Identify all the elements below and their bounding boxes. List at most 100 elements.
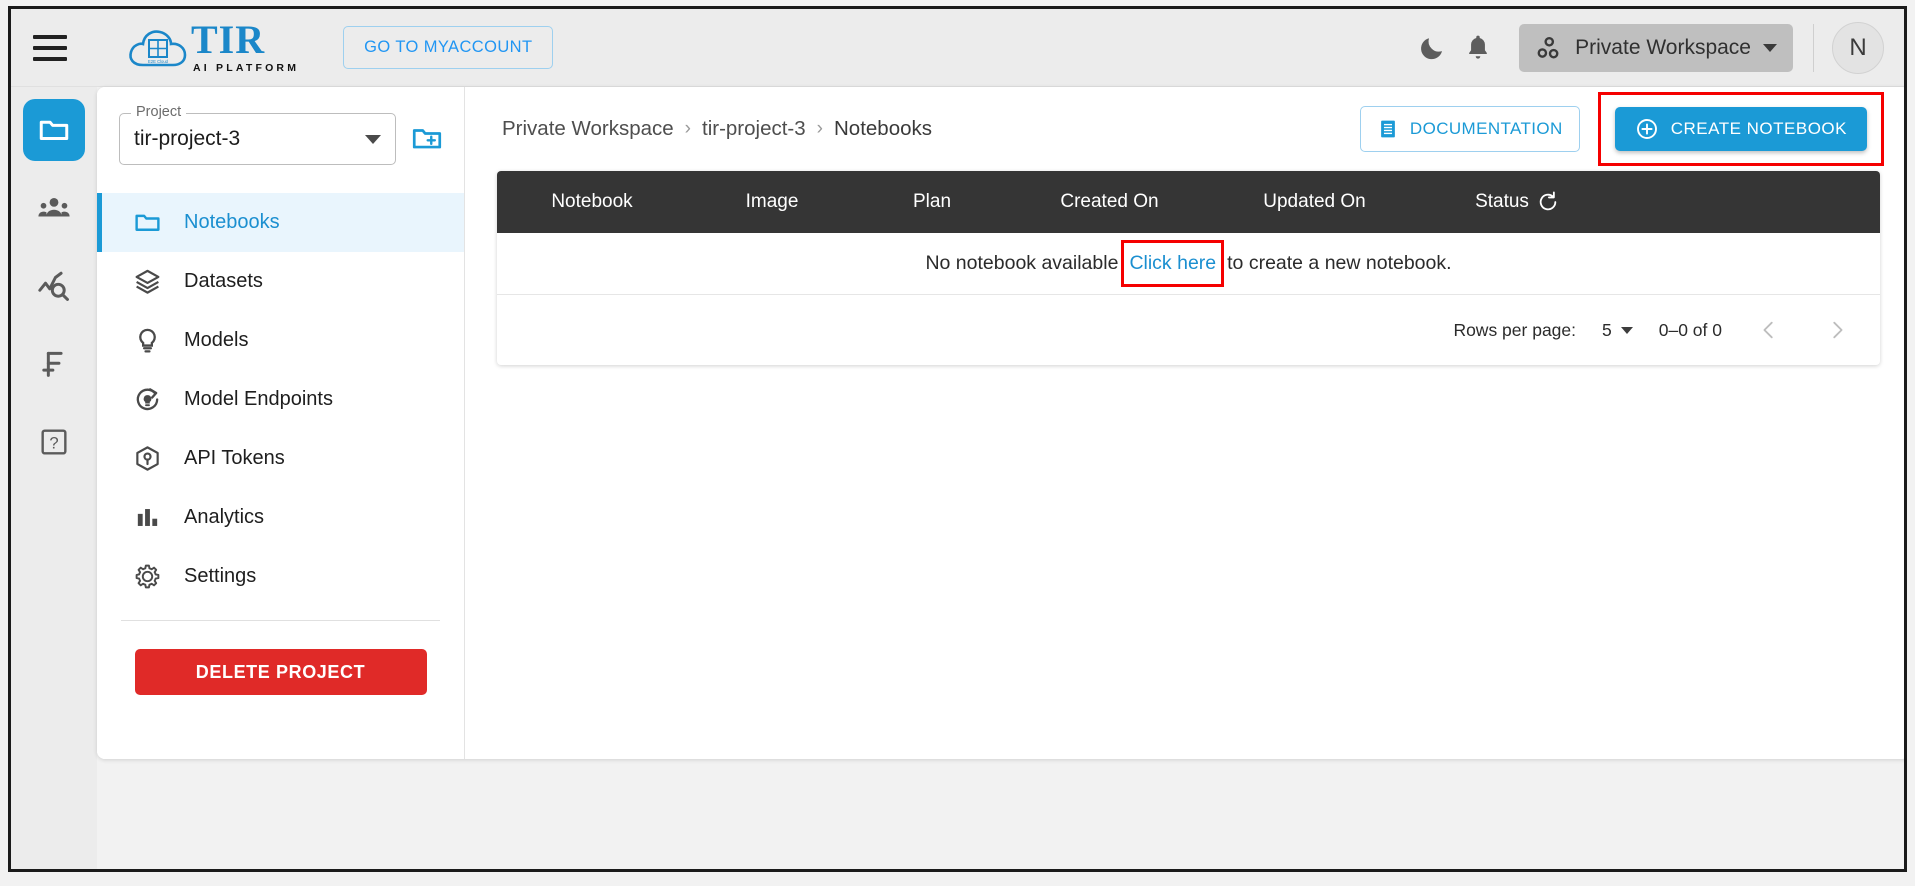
menu-item-datasets[interactable]: Datasets [97,252,464,311]
menu-item-label: Analytics [184,506,265,528]
top-bar: E2E Cloud TIR AI PLATFORM GO TO MYACCOUN… [11,9,1904,87]
table-pagination: Rows per page: 5 0–0 of 0 [497,295,1880,365]
rail-item-team[interactable] [23,177,85,239]
bottom-strip [97,845,1904,869]
breadcrumb-item-workspace[interactable]: Private Workspace [502,117,674,141]
menu-item-analytics[interactable]: Analytics [97,488,464,547]
column-header-created-on: Created On [1060,191,1159,212]
page-actions: DOCUMENTATION CREATE NOTEBOOK [1359,92,1884,166]
column-header-status-label: Status [1475,191,1529,212]
create-notebook-label: CREATE NOTEBOOK [1670,119,1847,138]
rows-per-page-label: Rows per page: [1453,319,1577,340]
avatar[interactable]: N [1832,21,1884,74]
table-header-row: Notebook Image Plan Created On Updated O… [497,171,1880,233]
create-notebook-button[interactable]: CREATE NOTEBOOK [1614,107,1867,151]
documentation-button[interactable]: DOCUMENTATION [1359,106,1580,152]
new-folder-icon [412,129,442,149]
content-card: Project tir-project-3 Notebooks Datasets… [97,87,1904,759]
logo-title: TIR [191,17,266,62]
breadcrumb-item-notebooks: Notebooks [834,117,933,140]
menu-item-models[interactable]: Models [97,311,464,370]
project-select-label: Project [131,104,187,120]
create-notebook-highlight: CREATE NOTEBOOK [1597,92,1884,166]
deploy-icon [132,385,162,415]
menu-item-model-endpoints[interactable]: Model Endpoints [97,370,464,429]
project-menu: Notebooks Datasets Models Model Endpoint… [97,193,464,606]
cube-key-icon [132,444,162,474]
cloud-logo-icon: E2E Cloud [127,25,189,71]
breadcrumb: Private Workspace › tir-project-3 › Note… [502,117,932,141]
workspace-dots-icon [1537,36,1559,58]
menu-item-label: Datasets [184,270,263,292]
breadcrumb-separator: › [816,118,823,139]
next-page-button[interactable] [1816,309,1858,351]
breadcrumb-separator: › [684,118,691,139]
workspace-selector[interactable]: Private Workspace [1519,23,1793,72]
monitoring-icon [38,271,69,301]
workspace-label: Private Workspace [1575,35,1751,59]
divider [121,620,440,621]
table-empty-row: No notebook available Click here to crea… [497,233,1880,295]
project-panel: Project tir-project-3 Notebooks Datasets… [97,87,465,759]
project-select[interactable]: Project tir-project-3 [119,104,396,165]
team-icon [38,197,70,217]
breadcrumb-row: Private Workspace › tir-project-3 › Note… [466,87,1904,171]
chevron-down-icon [365,134,381,144]
logo-subtitle: AI PLATFORM [193,62,300,74]
menu-item-label: Settings [184,565,257,587]
project-select-row: Project tir-project-3 [97,87,464,165]
menu-item-label: Model Endpoints [184,388,333,410]
dark-mode-toggle[interactable] [1409,25,1455,71]
divider [1813,23,1814,72]
top-bar-right: Private Workspace N [1409,9,1904,86]
go-to-myaccount-button[interactable]: GO TO MYACCOUNT [343,26,554,69]
moon-icon [1421,37,1443,59]
gear-icon [132,562,162,592]
main-pane: Private Workspace › tir-project-3 › Note… [466,87,1904,759]
menu-item-settings[interactable]: Settings [97,547,464,606]
bulb-icon [132,326,162,356]
folder-icon [132,208,162,238]
help-icon: ? [41,429,67,455]
menu-item-label: Notebooks [184,211,280,233]
notebooks-table: Notebook Image Plan Created On Updated O… [497,171,1880,365]
chevron-left-icon [1763,321,1773,339]
document-icon [1381,120,1395,138]
previous-page-button[interactable] [1748,309,1790,351]
column-header-image: Image [745,191,799,212]
menu-item-notebooks[interactable]: Notebooks [97,193,464,252]
chevron-down-icon [1620,326,1633,334]
folder-icon [39,120,69,140]
icon-rail: ? [11,87,97,869]
app-window: E2E Cloud TIR AI PLATFORM GO TO MYACCOUN… [8,6,1907,872]
new-project-button[interactable] [410,122,444,156]
project-select-value: tir-project-3 [134,127,241,150]
notifications-button[interactable] [1455,25,1501,71]
menu-item-label: Models [184,329,249,351]
pagination-range: 0–0 of 0 [1658,319,1722,340]
menu-item-api-tokens[interactable]: API Tokens [97,429,464,488]
refresh-icon[interactable] [1537,191,1559,213]
rows-per-page-value: 5 [1602,319,1612,340]
chevron-down-icon [1763,43,1777,52]
tir-logo: E2E Cloud TIR AI PLATFORM [127,17,300,74]
svg-text:E2E Cloud: E2E Cloud [148,59,169,64]
chevron-right-icon [1833,321,1843,339]
click-here-link[interactable]: Click here [1129,252,1216,275]
rail-item-monitoring[interactable] [23,255,85,317]
delete-project-button[interactable]: DELETE PROJECT [134,649,427,695]
bell-icon [1469,35,1488,59]
svg-text:?: ? [49,434,58,453]
plus-circle-icon [1636,119,1657,139]
body-area: Project tir-project-3 Notebooks Datasets… [97,87,1904,869]
column-header-plan: Plan [912,191,952,212]
breadcrumb-item-project[interactable]: tir-project-3 [702,117,806,141]
hamburger-menu-icon[interactable] [33,34,67,61]
rail-item-billing[interactable] [23,333,85,395]
layers-icon [132,267,162,297]
column-header-status: Status [1417,191,1617,213]
rail-item-projects[interactable] [23,99,85,161]
rail-item-help[interactable]: ? [23,411,85,473]
documentation-label: DOCUMENTATION [1409,119,1563,138]
rows-per-page-select[interactable]: 5 [1602,320,1633,341]
